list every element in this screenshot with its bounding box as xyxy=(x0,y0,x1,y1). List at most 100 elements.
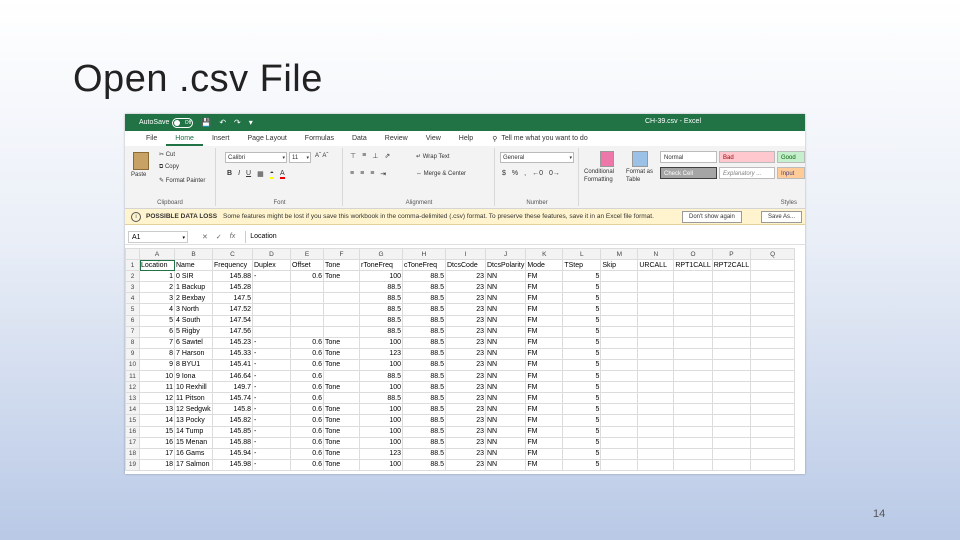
table-cell[interactable] xyxy=(637,370,675,383)
table-cell[interactable]: 5 xyxy=(562,292,602,305)
table-cell[interactable]: 5 xyxy=(562,270,602,283)
row-header[interactable]: 9 xyxy=(125,347,140,360)
table-cell[interactable]: 16 Gams xyxy=(174,447,213,460)
row-header[interactable]: 18 xyxy=(125,447,140,460)
table-cell[interactable]: FM xyxy=(525,314,564,327)
table-cell[interactable]: FM xyxy=(525,458,564,471)
table-cell[interactable] xyxy=(750,436,796,449)
table-cell[interactable]: 3 xyxy=(139,292,175,305)
table-cell[interactable] xyxy=(252,292,291,305)
table-cell[interactable]: 100 xyxy=(359,425,403,438)
table-cell[interactable]: 10 Rexhill xyxy=(174,381,213,394)
row-header[interactable]: 17 xyxy=(125,436,140,449)
table-cell[interactable] xyxy=(637,281,675,294)
table-cell[interactable] xyxy=(673,370,713,383)
table-cell[interactable]: 0.6 xyxy=(290,392,324,405)
table-cell[interactable]: 5 xyxy=(562,325,602,338)
table-cell[interactable] xyxy=(600,392,639,405)
tab-file[interactable]: File xyxy=(137,131,166,146)
table-cell[interactable]: 100 xyxy=(359,403,403,416)
align-top-icon[interactable]: ⊤ xyxy=(350,152,356,160)
table-cell[interactable] xyxy=(673,447,713,460)
table-cell[interactable]: Tone xyxy=(323,403,360,416)
table-cell[interactable] xyxy=(673,325,713,338)
table-cell[interactable]: 88.5 xyxy=(359,325,403,338)
table-cell[interactable] xyxy=(673,292,713,305)
table-cell[interactable] xyxy=(637,325,675,338)
column-header[interactable]: N xyxy=(637,247,675,261)
table-cell[interactable] xyxy=(290,314,324,327)
table-cell[interactable]: 23 xyxy=(445,447,486,460)
conditional-formatting-icon[interactable] xyxy=(600,151,614,167)
paste-icon[interactable] xyxy=(133,152,149,170)
table-cell[interactable]: Tone xyxy=(323,270,360,283)
align-left-icon[interactable]: ≡ xyxy=(350,170,354,178)
table-cell[interactable]: FM xyxy=(525,270,564,283)
table-cell[interactable]: 100 xyxy=(359,336,403,349)
table-cell[interactable]: 23 xyxy=(445,370,486,383)
table-cell[interactable] xyxy=(750,325,796,338)
table-cell[interactable]: 23 xyxy=(445,336,486,349)
table-cell[interactable]: 88.5 xyxy=(402,347,446,360)
table-cell[interactable]: 88.5 xyxy=(402,458,446,471)
align-center-icon[interactable]: ≡ xyxy=(360,170,364,178)
table-cell[interactable]: 8 BYU1 xyxy=(174,358,213,372)
table-cell[interactable]: NN xyxy=(484,425,527,438)
tell-me-box[interactable]: ⚲ Tell me what you want to do xyxy=(492,135,588,143)
table-cell[interactable] xyxy=(252,303,291,316)
table-cell[interactable]: 145.33 xyxy=(212,347,253,360)
table-cell[interactable]: FM xyxy=(525,336,564,349)
table-cell[interactable]: 5 xyxy=(562,425,602,438)
table-cell[interactable]: NN xyxy=(484,381,527,394)
table-cell[interactable] xyxy=(290,303,324,316)
table-cell[interactable]: 88.5 xyxy=(402,425,446,438)
row-header[interactable]: 4 xyxy=(125,292,140,305)
table-cell[interactable]: 23 xyxy=(445,392,486,405)
table-cell[interactable] xyxy=(600,458,639,471)
table-cell[interactable]: 11 xyxy=(139,381,175,394)
table-cell[interactable]: 145.41 xyxy=(212,358,253,372)
row-header[interactable]: 8 xyxy=(125,336,140,349)
table-cell[interactable]: 0 SIR xyxy=(174,270,213,283)
row-header[interactable]: 10 xyxy=(125,358,140,372)
table-cell[interactable] xyxy=(711,358,752,372)
table-cell[interactable]: Tone xyxy=(323,336,360,349)
column-header[interactable]: C xyxy=(212,247,253,261)
table-cell[interactable]: 145.8 xyxy=(212,403,253,416)
table-cell[interactable] xyxy=(673,303,713,316)
table-cell[interactable]: 23 xyxy=(445,436,486,449)
table-cell[interactable] xyxy=(750,270,796,283)
table-cell[interactable] xyxy=(673,425,713,438)
table-cell[interactable]: 145.85 xyxy=(212,425,253,438)
table-cell[interactable] xyxy=(637,414,675,427)
header-cell[interactable]: Location xyxy=(139,259,175,272)
table-cell[interactable]: 88.5 xyxy=(359,370,403,383)
header-cell[interactable]: RPT2CALL xyxy=(711,259,752,272)
number-format-select[interactable]: General ▾ xyxy=(500,152,574,163)
table-cell[interactable]: 0.6 xyxy=(290,347,324,360)
table-cell[interactable]: 14 xyxy=(139,414,175,427)
table-cell[interactable]: 147.52 xyxy=(212,303,253,316)
table-cell[interactable]: NN xyxy=(484,370,527,383)
table-cell[interactable]: Tone xyxy=(323,381,360,394)
table-cell[interactable]: 5 xyxy=(139,314,175,327)
table-cell[interactable]: 145.23 xyxy=(212,336,253,349)
table-cell[interactable] xyxy=(711,381,752,394)
row-header[interactable]: 1 xyxy=(125,259,140,272)
header-cell[interactable]: DtcsPolarity xyxy=(484,259,527,272)
table-cell[interactable]: 0.6 xyxy=(290,270,324,283)
table-cell[interactable]: 13 xyxy=(139,403,175,416)
header-cell[interactable]: cToneFreq xyxy=(402,259,446,272)
table-cell[interactable]: 0.6 xyxy=(290,403,324,416)
table-cell[interactable]: 15 Menan xyxy=(174,436,213,449)
header-cell[interactable]: RPT1CALL xyxy=(673,259,713,272)
table-cell[interactable] xyxy=(673,281,713,294)
table-cell[interactable]: FM xyxy=(525,292,564,305)
table-cell[interactable]: 5 Rigby xyxy=(174,325,213,338)
table-cell[interactable]: FM xyxy=(525,447,564,460)
cut-button[interactable]: ✂ Cut xyxy=(159,151,175,158)
table-cell[interactable]: NN xyxy=(484,303,527,316)
row-header[interactable]: 19 xyxy=(125,458,140,471)
table-cell[interactable] xyxy=(637,303,675,316)
table-cell[interactable] xyxy=(711,281,752,294)
